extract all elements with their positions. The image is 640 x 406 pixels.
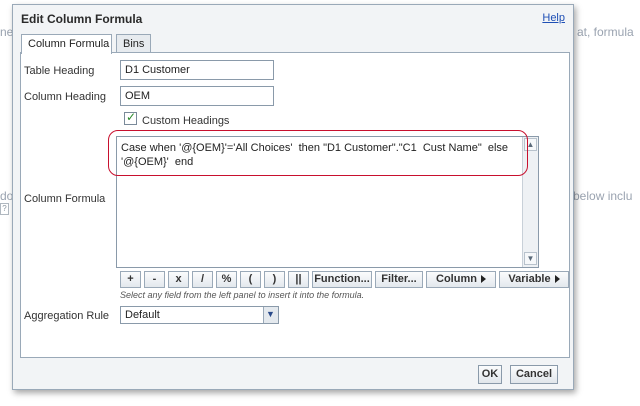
help-link[interactable]: Help xyxy=(542,12,565,24)
filter-button[interactable]: Filter... xyxy=(375,271,423,288)
operator-close-paren-button[interactable]: ) xyxy=(264,271,285,288)
formula-hint-text: Select any field from the left panel to … xyxy=(120,290,365,300)
chevron-right-icon xyxy=(480,275,486,283)
operator-plus-button[interactable]: + xyxy=(120,271,141,288)
chevron-right-icon xyxy=(554,275,560,283)
cancel-button[interactable]: Cancel xyxy=(510,365,558,384)
operator-divide-button[interactable]: / xyxy=(192,271,213,288)
formula-scrollbar[interactable]: ▲ ▼ xyxy=(522,137,538,267)
column-formula-label: Column Formula xyxy=(24,193,106,205)
operator-concat-button[interactable]: || xyxy=(288,271,309,288)
custom-headings-label: Custom Headings xyxy=(142,115,230,127)
variable-menu-label: Variable xyxy=(508,273,551,285)
dialog-title: Edit Column Formula xyxy=(21,12,143,26)
edit-column-formula-dialog: Edit Column Formula Help Column Formula … xyxy=(12,4,574,390)
aggregation-rule-select[interactable]: Default ▼ xyxy=(120,306,279,324)
checkmark-icon: ✓ xyxy=(126,110,137,124)
tab-column-formula[interactable]: Column Formula xyxy=(21,34,112,54)
scroll-down-icon[interactable]: ▼ xyxy=(524,252,537,265)
table-heading-input[interactable] xyxy=(120,60,274,80)
background-text: at, formula xyxy=(577,25,634,39)
function-button[interactable]: Function... xyxy=(312,271,372,288)
column-menu-button[interactable]: Column xyxy=(426,271,496,288)
formula-text: Case when '@{OEM}'='All Choices' then "D… xyxy=(121,142,509,168)
ok-button[interactable]: OK xyxy=(478,365,502,384)
dialog-titlebar: Edit Column Formula Help xyxy=(13,5,573,31)
operator-open-paren-button[interactable]: ( xyxy=(240,271,261,288)
variable-menu-button[interactable]: Variable xyxy=(499,271,569,288)
table-heading-label: Table Heading xyxy=(24,65,95,77)
scroll-up-icon[interactable]: ▲ xyxy=(524,138,537,151)
operator-minus-button[interactable]: - xyxy=(144,271,165,288)
background-text: below inclu xyxy=(573,189,633,203)
column-heading-input[interactable] xyxy=(120,86,274,106)
aggregation-rule-label: Aggregation Rule xyxy=(24,310,110,322)
tab-bins[interactable]: Bins xyxy=(116,34,151,53)
column-heading-label: Column Heading xyxy=(24,91,106,103)
aggregation-rule-value: Default xyxy=(125,309,160,321)
column-formula-panel: Table Heading Column Heading ✓ Custom He… xyxy=(20,52,570,358)
column-menu-label: Column xyxy=(436,273,477,285)
help-question-icon: ? xyxy=(0,203,9,215)
column-formula-textarea[interactable]: Case when '@{OEM}'='All Choices' then "D… xyxy=(116,136,539,268)
operator-percent-button[interactable]: % xyxy=(216,271,237,288)
operator-multiply-button[interactable]: x xyxy=(168,271,189,288)
chevron-down-icon[interactable]: ▼ xyxy=(263,307,278,323)
custom-headings-checkbox[interactable]: ✓ xyxy=(124,110,137,125)
